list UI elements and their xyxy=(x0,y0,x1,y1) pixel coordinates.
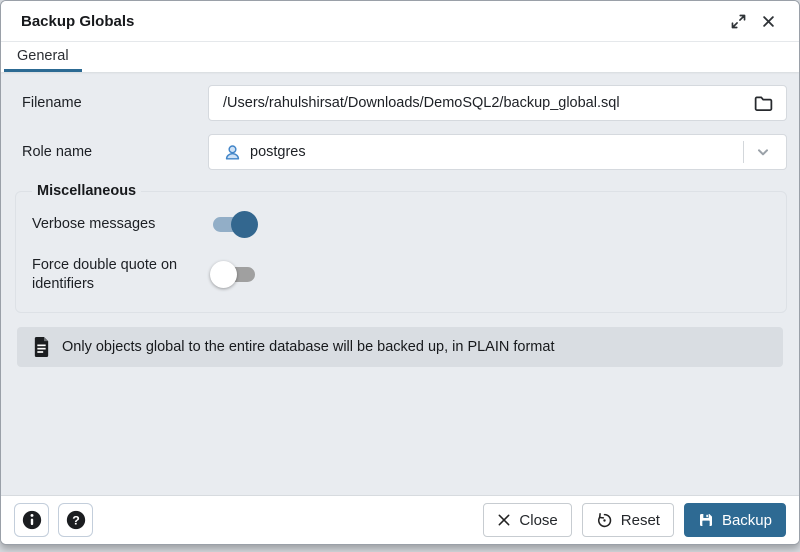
tab-bar: General xyxy=(1,42,799,72)
dialog-content: Filename Role name xyxy=(1,72,799,495)
force-double-quote-row: Force double quote on identifiers xyxy=(32,256,772,294)
role-name-label: Role name xyxy=(15,143,208,161)
toggle-knob xyxy=(231,211,258,238)
reset-button[interactable]: Reset xyxy=(582,503,674,537)
close-button-label: Close xyxy=(519,512,557,529)
toggle-knob xyxy=(210,261,237,288)
role-name-combobox[interactable]: postgres xyxy=(208,134,787,170)
folder-icon xyxy=(753,93,774,114)
dialog-title: Backup Globals xyxy=(21,13,723,30)
dialog-close-button[interactable] xyxy=(753,6,783,36)
force-double-quote-label: Force double quote on identifiers xyxy=(32,256,210,294)
help-icon: ? xyxy=(65,509,87,531)
force-double-quote-toggle[interactable] xyxy=(210,261,258,288)
filename-row: Filename xyxy=(15,85,787,121)
tab-general[interactable]: General xyxy=(4,44,82,72)
combo-divider xyxy=(743,141,744,163)
sql-info-button[interactable] xyxy=(14,503,49,537)
close-button[interactable]: Close xyxy=(483,503,571,537)
expand-icon xyxy=(730,13,747,30)
close-icon xyxy=(761,14,776,29)
tab-general-label: General xyxy=(17,48,69,64)
user-icon xyxy=(223,143,242,162)
close-x-icon xyxy=(497,513,511,527)
dialog-footer: ? Close Reset xyxy=(1,495,799,544)
info-note-text: Only objects global to the entire databa… xyxy=(62,339,554,355)
filename-label: Filename xyxy=(15,94,208,112)
info-note: Only objects global to the entire databa… xyxy=(17,327,783,367)
backup-globals-dialog: Backup Globals General Filenam xyxy=(0,0,800,545)
role-name-value: postgres xyxy=(250,144,743,160)
svg-text:?: ? xyxy=(72,514,80,528)
miscellaneous-legend: Miscellaneous xyxy=(32,183,141,199)
verbose-messages-toggle[interactable] xyxy=(210,211,258,238)
miscellaneous-fieldset: Miscellaneous Verbose messages Force dou… xyxy=(15,183,787,313)
chevron-down-icon xyxy=(755,144,771,160)
save-icon xyxy=(698,512,714,528)
reset-button-label: Reset xyxy=(621,512,660,529)
role-name-row: Role name postgres xyxy=(15,134,787,170)
help-button[interactable]: ? xyxy=(58,503,93,537)
dialog-titlebar: Backup Globals xyxy=(1,1,799,42)
expand-button[interactable] xyxy=(723,6,753,36)
filename-field xyxy=(208,85,787,121)
verbose-messages-row: Verbose messages xyxy=(32,211,772,238)
verbose-messages-label: Verbose messages xyxy=(32,215,210,234)
reset-icon xyxy=(596,512,613,529)
backup-button-label: Backup xyxy=(722,512,772,529)
info-icon xyxy=(21,509,43,531)
browse-file-button[interactable] xyxy=(748,88,778,118)
document-icon xyxy=(33,337,50,357)
role-name-dropdown-button[interactable] xyxy=(748,137,778,167)
backup-button[interactable]: Backup xyxy=(684,503,786,537)
filename-input[interactable] xyxy=(223,95,748,111)
